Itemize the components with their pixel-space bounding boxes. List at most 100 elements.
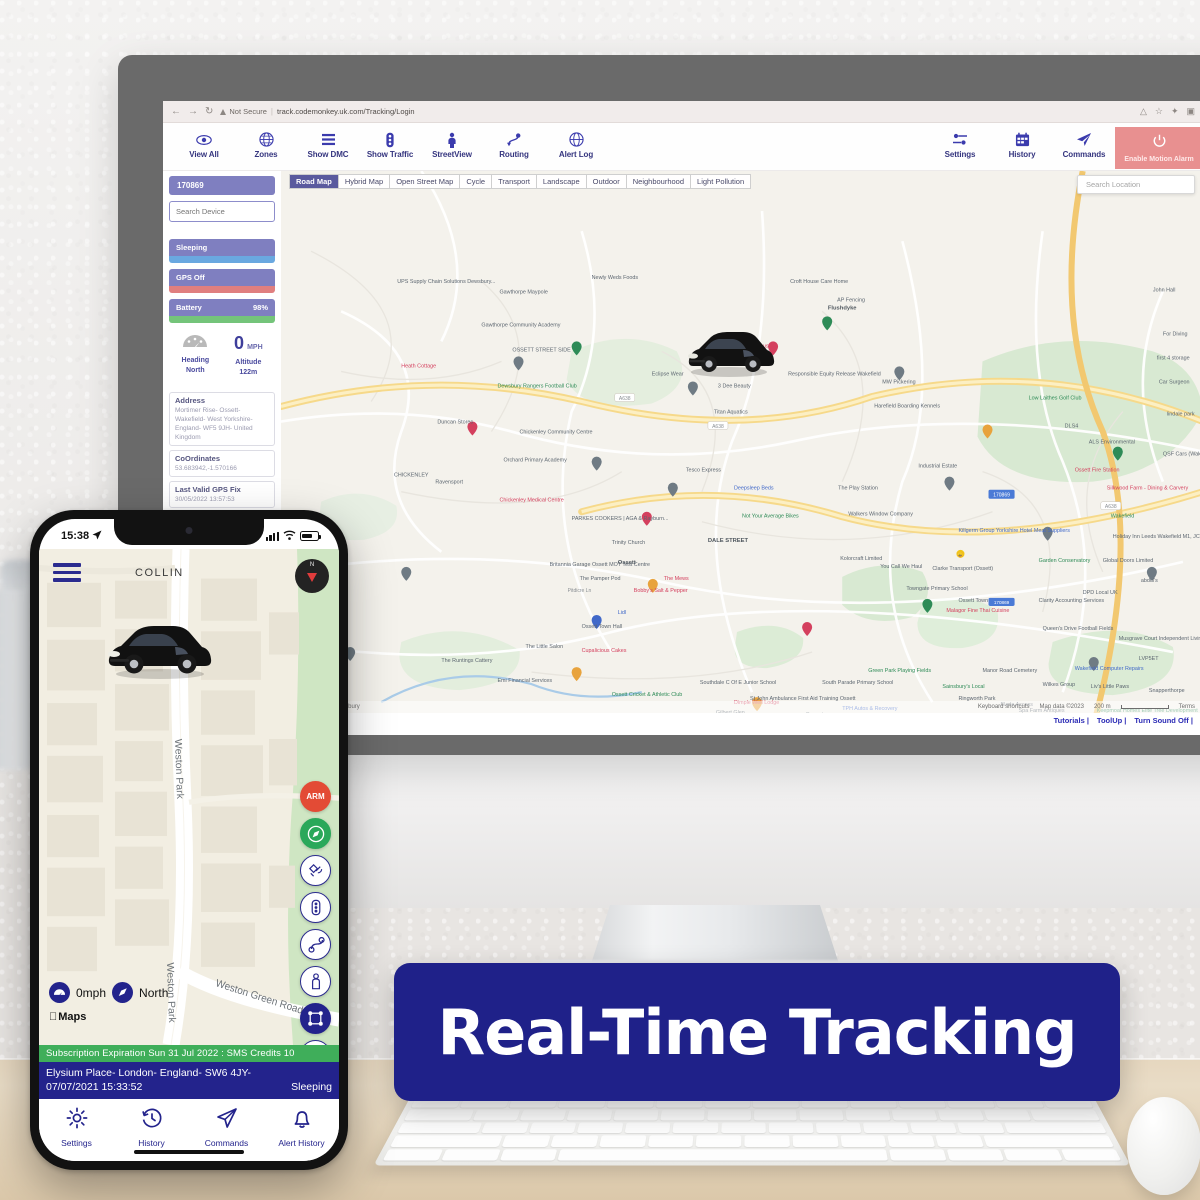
toolbar-item-streetview[interactable]: StreetView — [421, 127, 483, 159]
route-pin-icon[interactable] — [300, 929, 331, 960]
enable-motion-alarm-button[interactable]: Enable Motion Alarm — [1115, 127, 1200, 169]
search-device-input[interactable] — [169, 201, 275, 222]
svg-text:Newly Weds Foods: Newly Weds Foods — [592, 275, 639, 281]
svg-text:Clarity Accounting Services: Clarity Accounting Services — [1039, 598, 1105, 604]
tab-label: Settings — [61, 1138, 92, 1148]
forward-arrow-icon[interactable]: → — [188, 106, 198, 117]
reload-icon[interactable]: ↻ — [205, 106, 213, 117]
tab-label: Commands — [204, 1138, 249, 1148]
status-card-gps-off[interactable]: GPS Off — [169, 269, 275, 293]
map-container[interactable]: Road Map Hybrid Map Open Street Map Cycl… — [281, 171, 1200, 727]
svg-text:The Play Station: The Play Station — [838, 486, 878, 492]
map-tab-open-street-map[interactable]: Open Street Map — [390, 175, 461, 188]
toolbar-right-group: Settings History Commands Enable Motion … — [929, 127, 1200, 169]
toolbar-item-commands[interactable]: Commands — [1053, 127, 1115, 169]
map-terms-link[interactable]: Terms — [1179, 704, 1195, 710]
back-arrow-icon[interactable]: ← — [171, 106, 181, 117]
toolbar-item-settings[interactable]: Settings — [929, 127, 991, 169]
status-card-battery[interactable]: Battery 98% — [169, 299, 275, 323]
svg-text:Kolorcraft Limited: Kolorcraft Limited — [840, 556, 882, 562]
svg-text:170869: 170869 — [993, 493, 1010, 499]
svg-text:For Diving: For Diving — [1163, 331, 1188, 337]
toolbar-item-alert-log[interactable]: Alert Log — [545, 127, 607, 159]
extensions-puzzle-icon[interactable]: ✦ — [1171, 106, 1179, 117]
compass-icon[interactable]: N — [295, 559, 329, 593]
map-tab-outdoor[interactable]: Outdoor — [587, 175, 627, 188]
phone-map[interactable]: Weston Park Weston Park Weston Green Roa… — [39, 549, 339, 1045]
traffic-light-icon[interactable] — [300, 892, 331, 923]
security-indicator[interactable]: Not Secure — [220, 107, 267, 116]
toolbar-item-show-traffic[interactable]: Show Traffic — [359, 127, 421, 159]
toolbar-label: Show DMC — [307, 150, 349, 159]
svg-text:Wakefield Computer Repairs: Wakefield Computer Repairs — [1075, 666, 1144, 672]
map-tab-light-pollution[interactable]: Light Pollution — [691, 175, 750, 188]
status-time: 15:38 — [61, 530, 90, 542]
toolbar-item-routing[interactable]: Routing — [483, 127, 545, 159]
svg-text:Malagor Fine Thai Cuisine: Malagor Fine Thai Cuisine — [946, 608, 1009, 614]
heading-value: North — [186, 367, 205, 374]
geofence-icon[interactable] — [300, 1003, 331, 1034]
map-tab-transport[interactable]: Transport — [492, 175, 537, 188]
speed-value: 0 — [234, 333, 245, 353]
hamburger-menu-icon[interactable] — [53, 563, 81, 582]
svg-text:UPS Supply Chain Solutions Dew: UPS Supply Chain Solutions Dewsbury... — [397, 279, 496, 285]
svg-text:Flushdyke: Flushdyke — [828, 305, 857, 311]
bookmark-star-icon[interactable]: ☆ — [1155, 106, 1163, 117]
address-bar[interactable]: Not Secure | track.codemonkey.uk.com/Tra… — [220, 107, 1133, 116]
tab-alert-history[interactable]: Alert History — [268, 1106, 336, 1148]
vehicle-car-marker[interactable] — [101, 621, 219, 681]
info-value: Mortimer Rise- Ossett- Wakefield- West Y… — [175, 407, 253, 441]
phone-map-label: COLLIN — [135, 567, 184, 579]
svg-text:Weston Park: Weston Park — [172, 739, 185, 800]
status-card-sleeping[interactable]: Sleeping — [169, 239, 275, 263]
search-location-input[interactable]: Search Location — [1077, 175, 1195, 194]
svg-text:The Little Salon: The Little Salon — [526, 644, 564, 650]
map-tab-cycle[interactable]: Cycle — [460, 175, 493, 188]
profile-icon[interactable]: ▣ — [1186, 106, 1195, 117]
svg-text:Britannia Garage Ossett MOT Te: Britannia Garage Ossett MOT Test Centre — [550, 562, 650, 568]
address-time: 07/07/2021 15:33:52 — [46, 1081, 143, 1093]
satellite-icon[interactable] — [300, 855, 331, 886]
svg-text:Ossett Fire Station: Ossett Fire Station — [1075, 468, 1120, 474]
phone-speed-value: 0mph — [76, 985, 107, 1000]
svg-text:Liv's Little Paws: Liv's Little Paws — [1091, 684, 1130, 690]
tab-commands[interactable]: Commands — [193, 1106, 261, 1148]
toolbar-item-history[interactable]: History — [991, 127, 1053, 169]
map-tab-road-map[interactable]: Road Map — [290, 175, 339, 188]
device-id-badge[interactable]: 170869 — [169, 176, 275, 195]
gear-icon — [65, 1106, 89, 1135]
svg-text:Pitdicre Ln: Pitdicre Ln — [568, 588, 592, 594]
street-view-person-icon[interactable] — [300, 966, 331, 997]
phone-heading-value: North — [139, 985, 169, 1000]
info-value: 30/05/2022 13:57:53 — [175, 496, 235, 503]
svg-text:A638: A638 — [619, 396, 631, 402]
info-title: Last Valid GPS Fix — [175, 485, 241, 494]
status-bar-fill — [169, 286, 275, 293]
share-icon[interactable]: △ — [1140, 106, 1147, 117]
toolbar-item-show-dmc[interactable]: Show DMC — [297, 127, 359, 159]
toolbar-item-view-all[interactable]: View All — [173, 127, 235, 159]
tab-label: History — [138, 1138, 165, 1148]
close-x-icon[interactable] — [300, 1040, 331, 1045]
app-footer-links: Tutorials | ToolUp | Turn Sound Off | — [281, 713, 1200, 727]
map-tab-neighbourhood[interactable]: Neighbourhood — [627, 175, 692, 188]
toolbar-item-zones[interactable]: Zones — [235, 127, 297, 159]
browser-chrome: ← → ↻ Not Secure | track.codemonkey.uk.c… — [163, 101, 1200, 123]
info-value: 53.683942,-1.570166 — [175, 465, 237, 472]
traffic-light-icon — [385, 131, 395, 148]
tab-settings[interactable]: Settings — [43, 1106, 111, 1148]
footer-link-toolup[interactable]: ToolUp | — [1093, 716, 1130, 725]
tab-history[interactable]: History — [118, 1106, 186, 1148]
map-tab-hybrid-map[interactable]: Hybrid Map — [339, 175, 391, 188]
street-view-person-icon — [445, 131, 459, 148]
map-tab-landscape[interactable]: Landscape — [537, 175, 587, 188]
footer-link-tutorials[interactable]: Tutorials | — [1050, 716, 1093, 725]
svg-text:Towngate Primary School: Towngate Primary School — [906, 586, 967, 592]
arm-button[interactable]: ARM — [300, 781, 331, 812]
keyboard-shortcuts-label[interactable]: Keyboard shortcuts — [978, 704, 1030, 710]
compass-safari-icon[interactable] — [300, 818, 331, 849]
map-canvas[interactable]: A638 A638 A638 Flushdyke Ossett DALE STR… — [281, 171, 1200, 727]
footer-link-turn-sound-off[interactable]: Turn Sound Off | — [1130, 716, 1197, 725]
svg-text:Emi Financial Services: Emi Financial Services — [497, 678, 552, 684]
vehicle-car-marker[interactable] — [681, 326, 777, 378]
